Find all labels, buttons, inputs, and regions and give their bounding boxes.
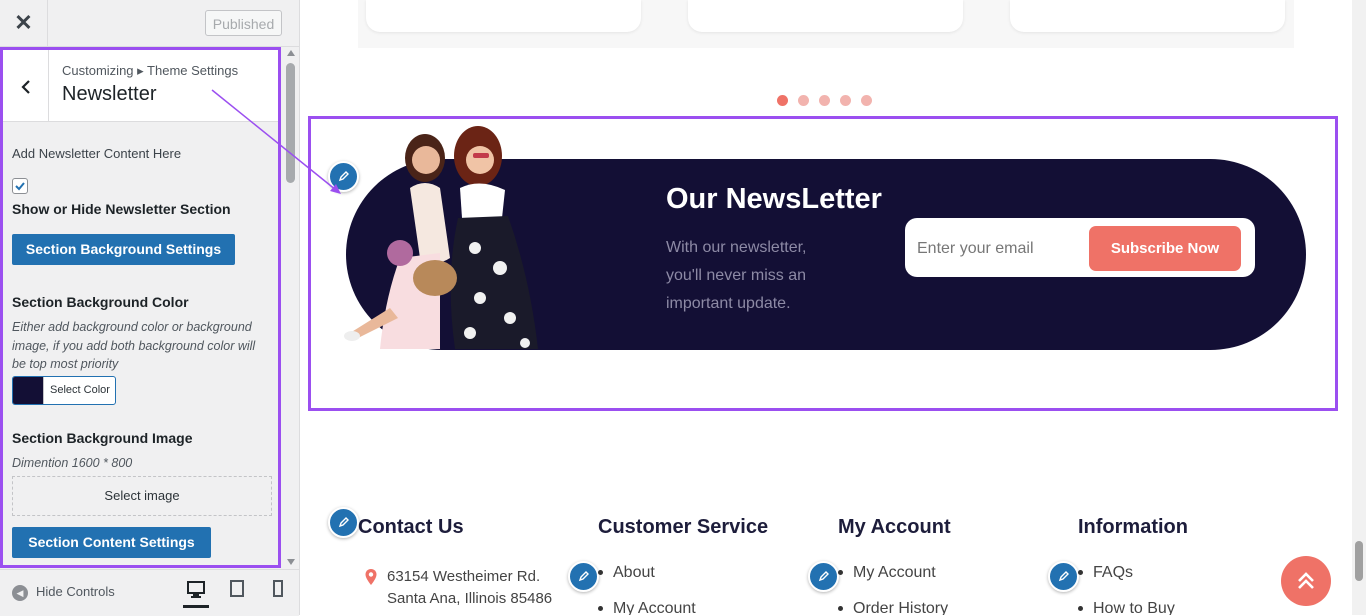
information-heading: Information: [1078, 516, 1188, 538]
customer-service-list: About My Account: [598, 564, 696, 615]
information-list: FAQs How to Buy: [1078, 564, 1175, 615]
address-line-1: 63154 Westheimer Rd.: [387, 568, 541, 585]
bg-color-label: Section Background Color: [12, 294, 189, 310]
edit-menu-button[interactable]: [1048, 561, 1079, 592]
select-image-button[interactable]: Select image: [12, 476, 272, 516]
checkmark-icon: [15, 182, 25, 191]
contact-address: 63154 Westheimer Rd. Santa Ana, Illinois…: [387, 566, 587, 610]
newsletter-panel: Customizing ▸ Theme Settings Newsletter …: [0, 47, 281, 568]
preview-scrollbar[interactable]: [1352, 0, 1366, 615]
list-item-label[interactable]: My Account: [853, 564, 936, 581]
list-item[interactable]: My Account: [838, 564, 948, 600]
pencil-icon: [578, 571, 589, 582]
pencil-icon: [338, 517, 349, 528]
select-color-label: Select Color: [43, 377, 115, 404]
carousel-dot[interactable]: [819, 95, 830, 106]
product-card[interactable]: [688, 0, 963, 32]
list-item-label[interactable]: Order History: [853, 600, 948, 615]
tablet-preview-button[interactable]: [224, 578, 250, 608]
edit-menu-button[interactable]: [808, 561, 839, 592]
dimension-hint: Dimention 1600 * 800: [12, 456, 133, 470]
bg-image-label: Section Background Image: [12, 430, 193, 446]
location-pin-icon: [365, 569, 377, 585]
bg-settings-button[interactable]: Section Background Settings: [12, 234, 235, 265]
mobile-icon: [273, 580, 283, 597]
edit-newsletter-button[interactable]: [328, 161, 359, 192]
my-account-heading: My Account: [838, 516, 951, 538]
carousel-dot[interactable]: [840, 95, 851, 106]
published-button[interactable]: Published: [205, 10, 282, 36]
tablet-icon: [230, 580, 244, 597]
customizer-footer: ◀ Hide Controls: [0, 569, 299, 616]
newsletter-image: [344, 126, 538, 349]
show-hide-checkbox[interactable]: [12, 178, 28, 194]
show-hide-label: Show or Hide Newsletter Section: [12, 201, 231, 217]
scroll-down-arrow-icon[interactable]: [287, 559, 295, 565]
customizer-sidebar: ✕ Published Customizing ▸ Theme Settings…: [0, 0, 300, 616]
contact-heading: Contact Us: [358, 516, 464, 538]
product-card[interactable]: [1010, 0, 1285, 32]
carousel-dots: [777, 93, 882, 111]
color-swatch: [13, 377, 43, 404]
pencil-icon: [338, 171, 349, 182]
product-card[interactable]: [366, 0, 641, 32]
scroll-up-arrow-icon[interactable]: [287, 50, 295, 56]
close-customizer-button[interactable]: ✕: [0, 0, 48, 46]
footer-my-account-column: My Account My Account Order History: [838, 516, 951, 615]
breadcrumb: Customizing ▸ Theme Settings: [62, 63, 239, 78]
double-chevron-up-icon: [1298, 572, 1314, 589]
carousel-dot[interactable]: [798, 95, 809, 106]
pencil-icon: [818, 571, 829, 582]
carousel-dot[interactable]: [777, 95, 788, 106]
hide-controls-label: Hide Controls: [36, 584, 115, 599]
list-item-label[interactable]: How to Buy: [1093, 600, 1175, 615]
panel-title: Newsletter: [62, 83, 157, 105]
list-item[interactable]: My Account: [598, 600, 696, 615]
desktop-icon: [187, 581, 205, 598]
subscribe-form: Subscribe Now: [905, 218, 1255, 277]
my-account-list: My Account Order History: [838, 564, 948, 615]
list-item[interactable]: Order History: [838, 600, 948, 615]
subscribe-button[interactable]: Subscribe Now: [1089, 226, 1241, 271]
scroll-to-top-button[interactable]: [1281, 556, 1331, 606]
customizer-topbar: ✕ Published: [0, 0, 299, 47]
bg-color-description: Either add background color or backgroun…: [12, 320, 256, 371]
panel-header: Customizing ▸ Theme Settings Newsletter: [3, 50, 278, 122]
list-item[interactable]: FAQs: [1078, 564, 1175, 600]
email-input[interactable]: [915, 228, 1089, 269]
newsletter-text: With our newsletter, you'll never miss a…: [666, 239, 807, 312]
content-settings-button[interactable]: Section Content Settings: [12, 527, 211, 558]
list-item[interactable]: How to Buy: [1078, 600, 1175, 615]
collapse-icon: ◀: [12, 584, 28, 601]
list-item-label[interactable]: FAQs: [1093, 564, 1133, 581]
newsletter-title: Our NewsLetter: [666, 183, 882, 215]
customer-service-heading: Customer Service: [598, 516, 769, 538]
footer-information-column: Information FAQs How to Buy: [1078, 516, 1188, 615]
color-picker-button[interactable]: Select Color: [12, 376, 116, 405]
footer-contact-column: Contact Us 63154 Westheimer Rd. Santa An…: [358, 516, 552, 607]
footer-customer-service-column: Customer Service About My Account: [598, 516, 769, 615]
edit-footer-button[interactable]: [328, 507, 359, 538]
site-preview: Our NewsLetter With our newsletter, you'…: [300, 0, 1366, 615]
desktop-preview-button[interactable]: [183, 578, 209, 608]
pencil-icon: [1058, 571, 1069, 582]
carousel-dot[interactable]: [861, 95, 872, 106]
mobile-preview-button[interactable]: [265, 578, 291, 608]
address-line-2: Santa Ana, Illinois 85486: [387, 590, 553, 607]
chevron-left-icon: [20, 80, 30, 94]
sidebar-scrollbar[interactable]: [283, 47, 299, 568]
back-button[interactable]: [3, 50, 49, 121]
scrollbar-thumb[interactable]: [286, 63, 295, 183]
list-item[interactable]: About: [598, 564, 696, 600]
edit-menu-button[interactable]: [568, 561, 599, 592]
scrollbar-thumb[interactable]: [1355, 541, 1363, 581]
product-cards-strip: [358, 0, 1294, 48]
list-item-label[interactable]: My Account: [613, 600, 696, 615]
add-content-label: Add Newsletter Content Here: [12, 146, 182, 161]
hide-controls-button[interactable]: ◀ Hide Controls: [12, 584, 115, 601]
list-item-label[interactable]: About: [613, 564, 655, 581]
